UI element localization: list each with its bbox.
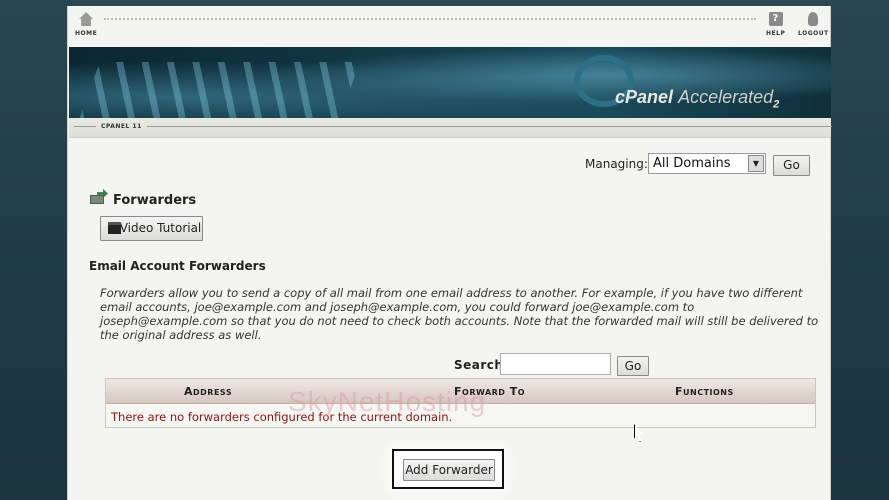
home-label: HOME (75, 30, 98, 37)
brand-secondary: Accelerated (678, 87, 774, 107)
video-tutorial-button[interactable]: Video Tutorial (100, 216, 203, 241)
search-label: Search (454, 358, 504, 372)
home-icon (79, 12, 94, 26)
search-input[interactable] (500, 353, 611, 375)
add-forwarder-button[interactable]: Add Forwarder (403, 459, 495, 481)
version-bar: CPANEL 11 (69, 118, 832, 138)
video-tutorial-label: Video Tutorial (119, 221, 202, 235)
cpanel-page: HOME ? HELP LOGOUT cPanel Accelerated2 C… (67, 6, 832, 500)
column-header-address[interactable]: Address (184, 385, 232, 398)
domain-select-value: All Domains (653, 156, 731, 171)
banner-graphic (78, 62, 360, 118)
version-divider-left (74, 126, 96, 127)
watermark: SkyNetHosting (288, 386, 487, 417)
managing-label: Managing: (585, 157, 648, 171)
top-bar: HOME ? HELP LOGOUT (68, 6, 830, 46)
logout-label: LOGOUT (798, 30, 829, 37)
help-link[interactable]: ? HELP (766, 12, 785, 37)
topbar-divider (104, 18, 756, 20)
description-text: Forwarders allow you to send a copy of a… (100, 286, 819, 342)
page-title: Forwarders (113, 193, 197, 208)
clapperboard-icon (108, 222, 121, 234)
header-banner: cPanel Accelerated2 (69, 47, 831, 118)
brand-logo-text: cPanel Accelerated2 (615, 87, 779, 111)
version-label: CPANEL 11 (101, 123, 142, 130)
help-icon: ? (768, 12, 783, 26)
domain-select[interactable]: All Domains ▼ (648, 153, 766, 174)
managing-go-button[interactable]: Go (773, 155, 810, 176)
help-label: HELP (766, 30, 786, 37)
search-go-button[interactable]: Go (617, 356, 649, 376)
envelope-shape (90, 195, 104, 204)
forwarders-icon (90, 189, 108, 205)
brand-primary: cPanel (615, 87, 674, 107)
add-forwarder-highlight: Add Forwarder (392, 449, 504, 489)
logout-link[interactable]: LOGOUT (798, 12, 829, 37)
logout-icon (808, 12, 819, 26)
brand-sub: 2 (773, 98, 780, 111)
version-divider-right (147, 126, 832, 127)
home-link[interactable]: HOME (75, 12, 97, 37)
column-header-functions: Functions (675, 385, 734, 398)
section-title: Email Account Forwarders (89, 259, 266, 273)
chevron-down-icon[interactable]: ▼ (748, 155, 764, 172)
